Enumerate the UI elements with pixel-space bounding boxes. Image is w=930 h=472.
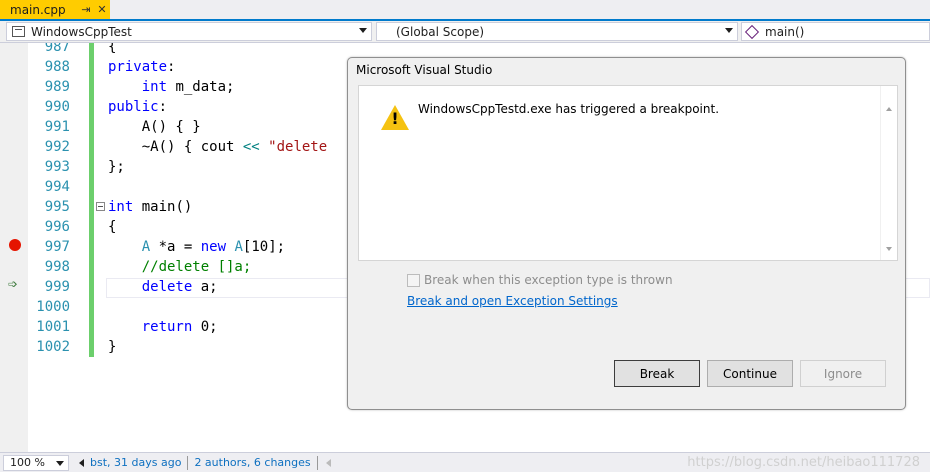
exception-settings-link[interactable]: Break and open Exception Settings	[407, 294, 618, 308]
editor-status-bar: 100 % bst, 31 days ago 2 authors, 6 chan…	[0, 452, 930, 472]
member-name: main()	[765, 24, 805, 39]
scroll-down-icon[interactable]	[886, 247, 892, 251]
code-line: {	[96, 43, 930, 57]
code-text: }	[108, 339, 117, 355]
breakpoint-dialog: Microsoft Visual Studio ! WindowsCppTest…	[347, 57, 906, 410]
code-text: a;	[192, 279, 218, 295]
keyword: delete	[141, 279, 193, 295]
zoom-dropdown[interactable]: 100 %	[3, 454, 69, 471]
code-text: A() { }	[108, 119, 201, 135]
string-literal: "delete	[268, 139, 328, 155]
warning-exclamation: !	[391, 109, 399, 128]
message-scrollbar[interactable]	[880, 86, 897, 260]
chevron-down-icon	[56, 460, 64, 466]
continue-button[interactable]: Continue	[707, 360, 793, 387]
keyword: private	[108, 59, 168, 75]
keyword: public	[108, 99, 159, 115]
navigation-bar: WindowsCppTest (Global Scope) main()	[0, 21, 930, 43]
scroll-left-icon[interactable]	[325, 458, 331, 467]
exception-checkbox-row: Break when this exception type is thrown	[407, 273, 673, 287]
scope-name: (Global Scope)	[396, 24, 485, 39]
code-text: :	[167, 59, 176, 75]
code-text: :	[158, 99, 168, 115]
separator	[316, 455, 318, 470]
line-number: 997	[44, 239, 70, 255]
dialog-message: WindowsCppTestd.exe has triggered a brea…	[418, 102, 720, 116]
breakpoint-icon[interactable]	[9, 239, 21, 251]
line-number: 991	[44, 119, 70, 135]
code-text: m_data;	[167, 79, 235, 95]
line-number: 1001	[36, 319, 70, 335]
scroll-up-icon[interactable]	[886, 107, 892, 111]
tab-title: main.cpp	[10, 2, 66, 17]
line-number: 992	[44, 139, 70, 155]
code-text: main()	[133, 199, 193, 215]
line-number: 998	[44, 259, 70, 275]
project-dropdown[interactable]: WindowsCppTest	[6, 22, 372, 41]
line-number: 994	[44, 179, 70, 195]
line-number: 995	[44, 199, 70, 215]
scope-dropdown[interactable]: (Global Scope)	[376, 22, 738, 41]
glyph-margin[interactable]: ➩	[0, 43, 28, 452]
comment: //delete []a;	[141, 259, 252, 275]
authors-link[interactable]: 2 authors, 6 changes	[194, 456, 310, 469]
line-number: 988	[44, 59, 70, 75]
change-indicator-bar	[89, 43, 94, 357]
zoom-level: 100 %	[10, 456, 45, 469]
dialog-title: Microsoft Visual Studio	[356, 63, 493, 77]
keyword: return	[141, 319, 193, 335]
ignore-button[interactable]: Ignore	[800, 360, 886, 387]
close-icon[interactable]: ✕	[94, 3, 110, 16]
line-number: 1000	[36, 299, 70, 315]
message-panel: ! WindowsCppTestd.exe has triggered a br…	[358, 85, 898, 261]
code-text: {	[108, 219, 117, 235]
document-tab-strip: main.cpp ⇥ ✕	[0, 0, 930, 21]
type-name: A	[141, 239, 151, 255]
line-number: 989	[44, 79, 70, 95]
break-on-exception-checkbox[interactable]	[407, 273, 420, 287]
line-number: 987	[44, 43, 70, 55]
line-number: 999	[44, 279, 70, 295]
member-dropdown[interactable]: main()	[741, 22, 930, 41]
git-history-link[interactable]: bst, 31 days ago	[90, 456, 181, 469]
keyword: int	[108, 199, 134, 215]
scroll-left-icon[interactable]	[79, 458, 84, 467]
chevron-down-icon	[359, 28, 367, 33]
watermark: https://blog.csdn.net/heibao111728	[687, 455, 920, 470]
operator: <<	[242, 139, 260, 155]
pin-icon[interactable]: ⇥	[78, 3, 94, 16]
project-icon	[12, 26, 25, 37]
method-icon	[744, 24, 760, 39]
keyword: new	[200, 239, 227, 255]
checkbox-label: Break when this exception type is thrown	[424, 273, 673, 287]
break-button[interactable]: Break	[614, 360, 700, 387]
line-number: 1002	[36, 339, 70, 355]
separator	[187, 455, 189, 470]
code-text: };	[108, 159, 125, 175]
line-number: 996	[44, 219, 70, 235]
line-numbers: 987 988 989 990 991 992 993 994 995 996 …	[28, 43, 70, 357]
line-number: 993	[44, 159, 70, 175]
keyword: int	[141, 79, 168, 95]
code-text: ~A() { cout	[108, 139, 243, 155]
code-text: 0;	[192, 319, 218, 335]
code-text: {	[108, 43, 117, 55]
line-number: 990	[44, 99, 70, 115]
chevron-down-icon	[725, 28, 733, 33]
project-name: WindowsCppTest	[31, 24, 132, 39]
collapse-icon[interactable]	[96, 202, 105, 211]
code-text: *a =	[150, 239, 201, 255]
tab-main-cpp[interactable]: main.cpp ⇥ ✕	[0, 0, 110, 19]
code-text: [10];	[242, 239, 286, 255]
next-statement-arrow-icon[interactable]: ➩	[8, 277, 18, 291]
type-name: A	[234, 239, 243, 255]
